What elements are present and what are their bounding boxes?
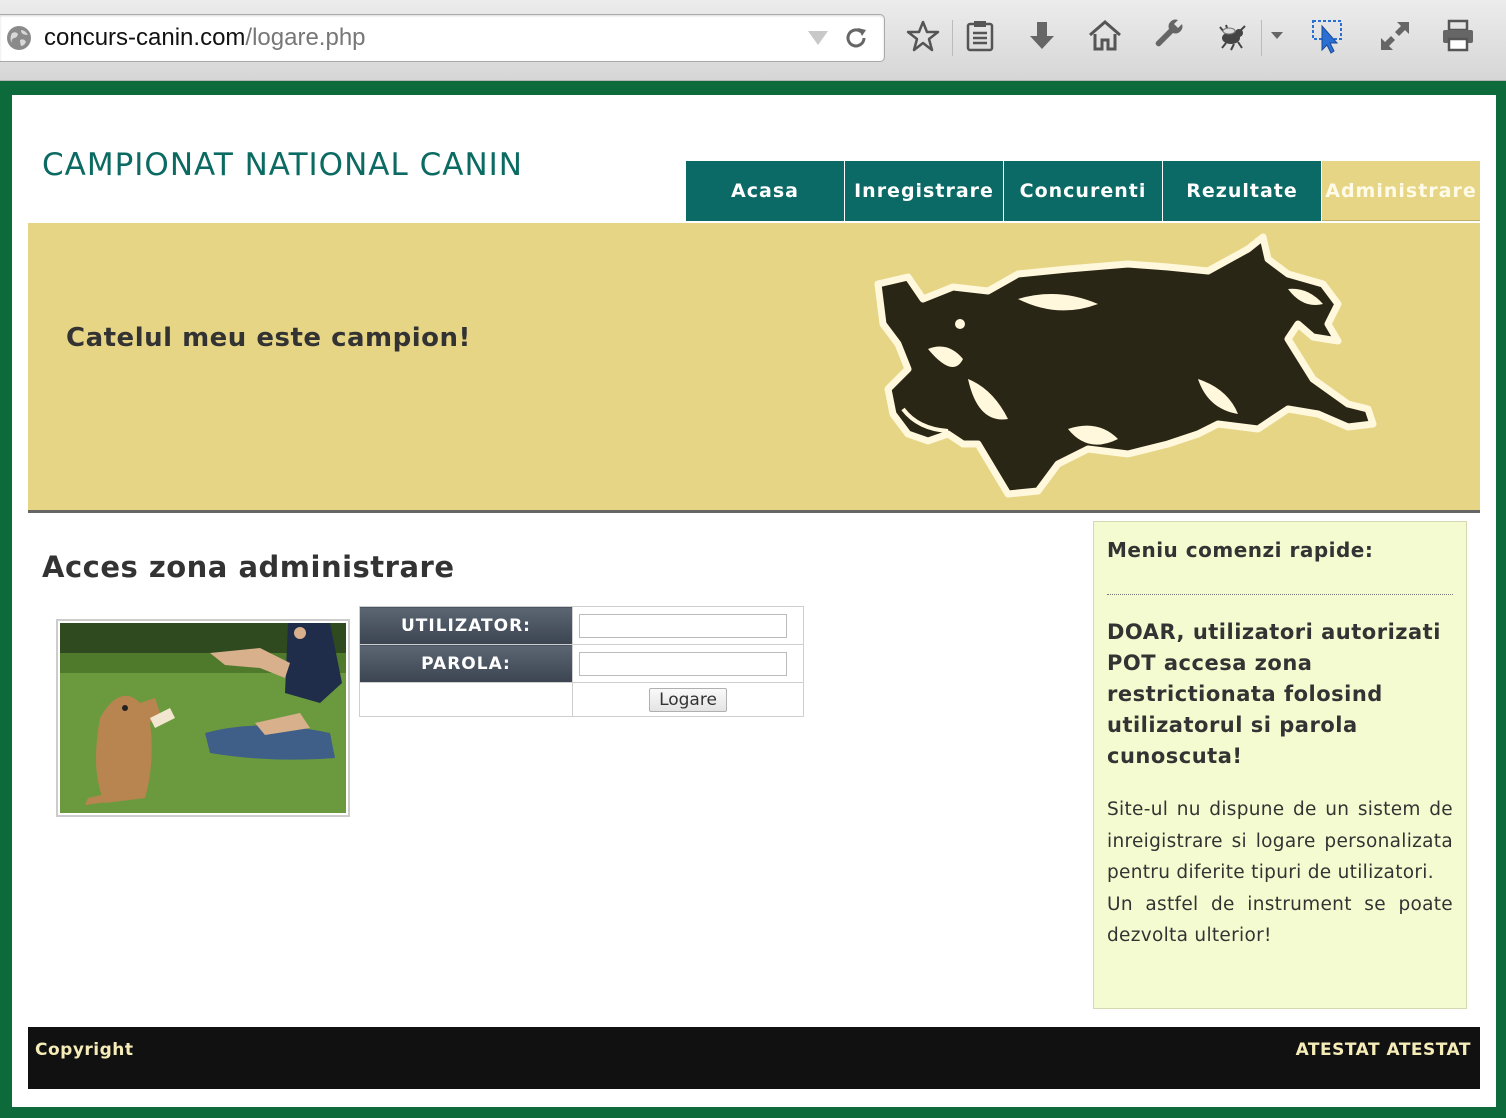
- quick-menu-sidebar: Meniu comenzi rapide: DOAR, utilizatori …: [1093, 521, 1467, 1009]
- username-input[interactable]: [579, 613, 787, 638]
- sidebar-title: Meniu comenzi rapide:: [1107, 538, 1374, 562]
- main-nav: Acasa Inregistrare Concurenti Rezultate …: [686, 161, 1481, 221]
- sidebar-text: Site-ul nu dispune de un sistem de inrei…: [1107, 794, 1453, 952]
- footer: Copyright ATESTAT ATESTAT: [28, 1027, 1480, 1089]
- page-heading: Acces zona administrare: [42, 550, 455, 584]
- fullscreen-icon[interactable]: [1377, 18, 1417, 58]
- toolbar-separator: [1261, 20, 1262, 56]
- sidebar-notice: DOAR, utilizatori autorizati POT accesa …: [1107, 620, 1441, 768]
- footer-copyright: Copyright: [35, 1040, 134, 1060]
- print-icon[interactable]: [1440, 18, 1480, 58]
- sidebar-text-1: Site-ul nu dispune de un sistem de inrei…: [1107, 799, 1453, 883]
- header-banner: Catelul meu este campion!: [28, 223, 1480, 513]
- footer-atestat: ATESTAT ATESTAT: [1295, 1040, 1471, 1060]
- site-title[interactable]: CAMPIONAT NATIONAL CANIN: [42, 147, 523, 183]
- toolbar-separator: [952, 20, 953, 56]
- sidebar-divider: [1107, 594, 1453, 595]
- globe-icon: [6, 25, 32, 51]
- reload-icon[interactable]: [842, 24, 870, 52]
- bug-icon[interactable]: [1214, 18, 1254, 58]
- reading-list-icon[interactable]: [962, 18, 1002, 58]
- nav-item-administrare[interactable]: Administrare: [1322, 161, 1480, 221]
- url-host: concurs-canin.com: [44, 24, 246, 51]
- sidebar-text-2: Un astfel de instrument se poate dezvolt…: [1107, 893, 1453, 947]
- dog-training-photo: [56, 619, 350, 817]
- cursor-select-icon[interactable]: [1310, 18, 1350, 58]
- download-icon[interactable]: [1024, 18, 1064, 58]
- banner-tagline: Catelul meu este campion!: [66, 323, 471, 353]
- dropdown-arrow-icon[interactable]: [1266, 18, 1306, 58]
- wrench-icon[interactable]: [1152, 18, 1192, 58]
- nav-item-concurenti[interactable]: Concurenti: [1004, 161, 1162, 221]
- browser-toolbar: concurs-canin.com/logare.php: [0, 0, 1506, 81]
- login-button[interactable]: Logare: [649, 687, 727, 712]
- username-label: UTILIZATOR:: [359, 606, 573, 645]
- web-page: CAMPIONAT NATIONAL CANIN Acasa Inregistr…: [12, 95, 1496, 1107]
- bookmark-star-icon[interactable]: [905, 18, 945, 58]
- password-input[interactable]: [579, 651, 787, 676]
- url-history-dropdown-icon[interactable]: [808, 31, 828, 45]
- nav-item-inregistrare[interactable]: Inregistrare: [845, 161, 1003, 221]
- url-text[interactable]: concurs-canin.com/logare.php: [44, 24, 366, 52]
- login-form: UTILIZATOR: PAROLA: Logare: [359, 606, 804, 717]
- address-bar[interactable]: concurs-canin.com/logare.php: [0, 14, 885, 62]
- password-label: PAROLA:: [359, 644, 573, 683]
- nav-item-acasa[interactable]: Acasa: [686, 161, 844, 221]
- home-icon[interactable]: [1087, 18, 1127, 58]
- url-path: /logare.php: [245, 24, 366, 51]
- nav-item-rezultate[interactable]: Rezultate: [1163, 161, 1321, 221]
- running-dog-illustration: [868, 229, 1388, 504]
